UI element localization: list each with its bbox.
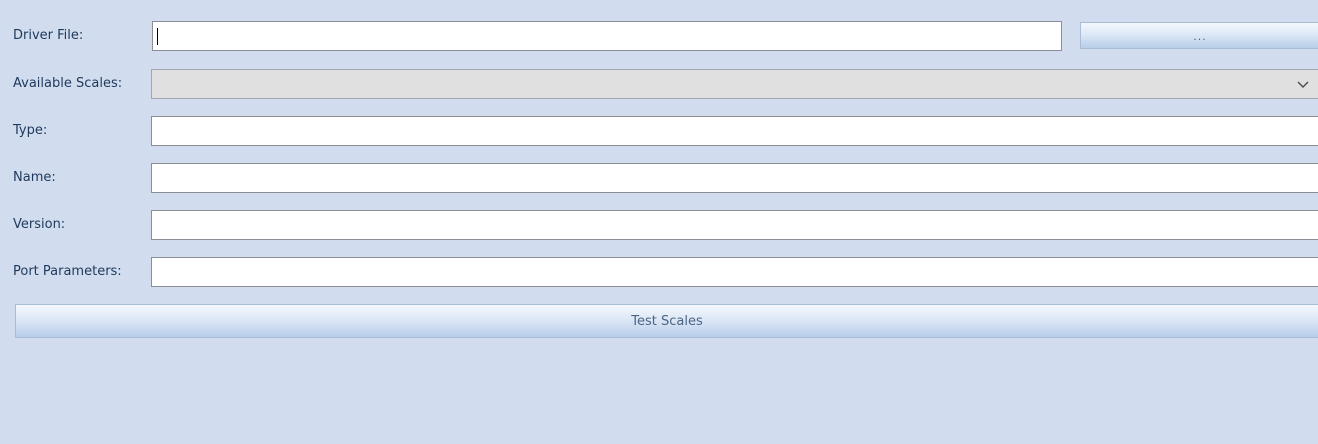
driver-file-label: Driver File: xyxy=(13,28,84,43)
scales-settings-panel: Driver File: ... Available Scales: Type:… xyxy=(0,0,1318,444)
version-row: Version: xyxy=(0,209,1318,241)
port-parameters-row: Port Parameters: xyxy=(0,256,1318,288)
name-label: Name: xyxy=(13,170,56,185)
available-scales-label: Available Scales: xyxy=(13,76,123,91)
test-scales-button[interactable]: Test Scales xyxy=(15,304,1318,338)
name-input[interactable] xyxy=(151,163,1318,193)
type-input[interactable] xyxy=(151,116,1318,146)
version-input[interactable] xyxy=(151,210,1318,240)
browse-button[interactable]: ... xyxy=(1080,22,1318,49)
text-cursor xyxy=(157,28,158,45)
driver-file-row: Driver File: ... xyxy=(0,20,1318,52)
name-row: Name: xyxy=(0,162,1318,194)
driver-file-input[interactable] xyxy=(152,21,1062,51)
type-label: Type: xyxy=(13,123,48,138)
available-scales-row: Available Scales: xyxy=(0,68,1318,100)
port-parameters-label: Port Parameters: xyxy=(13,264,122,279)
port-parameters-input[interactable] xyxy=(151,257,1318,287)
version-label: Version: xyxy=(13,217,66,232)
type-row: Type: xyxy=(0,115,1318,147)
chevron-down-icon[interactable] xyxy=(1296,77,1310,91)
available-scales-select[interactable] xyxy=(151,69,1318,99)
